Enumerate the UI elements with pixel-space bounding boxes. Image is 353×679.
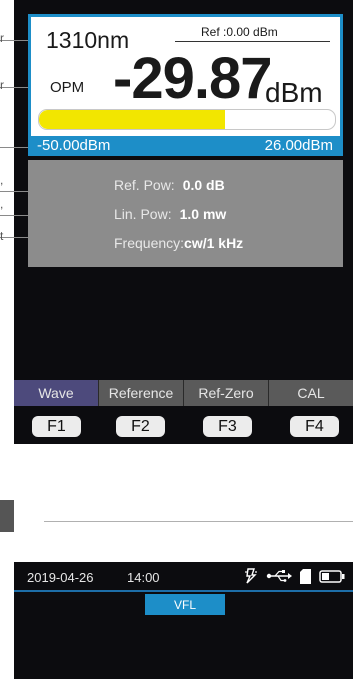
power-reading-panel: 1310nm Ref :0.00 dBm OPM -29.87 dBm [28,14,343,139]
sd-card-icon [300,568,311,584]
usb-icon [266,570,292,582]
power-value: -29.87 [113,46,272,111]
page-divider [44,521,353,522]
f2-key[interactable]: F2 [116,416,165,437]
ref-pow-label: Ref. Pow: [114,177,175,193]
softkey-cal[interactable]: CAL [269,380,353,406]
power-level-bar [38,109,336,130]
softkey-bar: Wave Reference Ref-Zero CAL [14,380,353,406]
callout-tag: t [0,229,4,243]
margin-tab [0,500,14,532]
light-icon [244,568,258,584]
info-panel: Ref. Pow: 0.0 dB Lin. Pow: 1.0 mw Frequenc… [28,160,343,267]
callout-line [0,237,28,238]
callout-line [0,40,28,41]
tab-vfl[interactable]: VFL [145,594,225,615]
lin-pow-label: Lin. Pow: [114,206,172,222]
battery-icon [319,569,345,583]
lin-pow-row: Lin. Pow: 1.0 mw [114,206,226,222]
callout-line [0,215,28,216]
callout-tag: , [0,173,4,187]
callout-line [0,191,28,192]
softkey-ref-zero[interactable]: Ref-Zero [184,380,269,406]
ref-pow-row: Ref. Pow: 0.0 dB [114,177,225,193]
callout-line [0,147,28,148]
status-bar: 2019-04-26 14:00 [14,562,353,592]
callout-tag: r [0,31,4,45]
ref-pow-value: 0.0 dB [182,177,225,193]
reference-value: Ref :0.00 dBm [201,25,278,39]
callout-tag: , [0,197,4,211]
status-time: 14:00 [127,570,160,585]
f4-key[interactable]: F4 [290,416,339,437]
mode-label: OPM [50,79,85,96]
f3-key[interactable]: F3 [203,416,252,437]
power-unit: dBm [265,77,323,108]
range-strip: -50.00dBm 26.00dBm [28,136,343,156]
status-icons [244,568,345,584]
range-max: 26.00dBm [264,137,333,154]
frequency-value: cw/1 kHz [184,235,244,251]
lin-pow-value: 1.0 mw [179,206,227,222]
frequency-row: Frequency:cw/1 kHz [114,235,243,251]
device-screen-bottom: 2019-04-26 14:00 VFL [14,562,353,679]
callout-tag: r [0,78,4,92]
range-min: -50.00dBm [37,137,111,154]
frequency-label: Frequency: [114,235,185,251]
reference-underline [175,41,330,42]
softkey-wave[interactable]: Wave [14,380,99,406]
power-level-fill [39,110,226,129]
softkey-reference[interactable]: Reference [99,380,184,406]
status-date: 2019-04-26 [27,570,94,585]
callout-line [0,87,28,88]
f1-key[interactable]: F1 [32,416,81,437]
